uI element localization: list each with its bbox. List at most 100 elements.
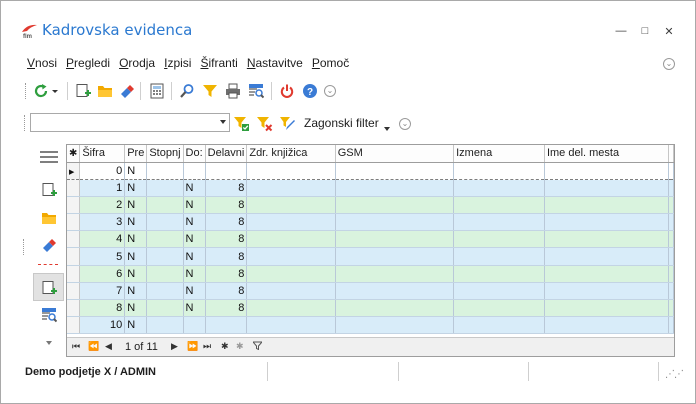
- previous-page-icon[interactable]: ⏪: [88, 341, 99, 352]
- side-open-folder-icon[interactable]: [40, 209, 57, 226]
- filter-combo[interactable]: [30, 113, 230, 132]
- delete-record-icon[interactable]: ✱: [236, 341, 244, 352]
- table-cell[interactable]: [246, 247, 336, 266]
- toolbar-grip[interactable]: [25, 83, 27, 99]
- table-cell[interactable]: [246, 162, 336, 180]
- side-grip[interactable]: [23, 239, 25, 255]
- table-cell[interactable]: N: [183, 213, 206, 232]
- table-cell[interactable]: 8: [205, 230, 248, 249]
- table-cell[interactable]: [246, 196, 336, 215]
- column-header[interactable]: Pre: [124, 145, 148, 163]
- row-selector[interactable]: [67, 299, 81, 318]
- table-cell[interactable]: [146, 316, 184, 335]
- table-cell[interactable]: [453, 162, 545, 180]
- table-cell[interactable]: [246, 179, 336, 197]
- table-cell[interactable]: [453, 213, 545, 232]
- table-cell[interactable]: [246, 265, 336, 283]
- table-cell[interactable]: 8: [205, 265, 248, 283]
- menu-item-6[interactable]: Pomoč: [312, 56, 349, 74]
- table-cell[interactable]: [335, 282, 455, 301]
- table-cell[interactable]: [335, 230, 455, 249]
- row-selector[interactable]: [67, 196, 81, 215]
- table-cell[interactable]: N: [183, 230, 206, 249]
- table-cell[interactable]: [453, 282, 545, 301]
- side-new-entry-icon[interactable]: [40, 279, 57, 296]
- table-cell[interactable]: N: [183, 265, 206, 283]
- table-row[interactable]: 2NN8: [67, 196, 674, 215]
- row-selector[interactable]: [67, 179, 81, 197]
- table-cell[interactable]: N: [124, 213, 148, 232]
- close-button[interactable]: ✕: [661, 23, 677, 39]
- menu-item-4[interactable]: Šifranti: [200, 56, 237, 74]
- side-preview-icon[interactable]: [40, 306, 57, 323]
- menu-item-1[interactable]: Pregledi: [66, 56, 110, 74]
- maximize-button[interactable]: □: [637, 23, 653, 39]
- table-cell[interactable]: [335, 265, 455, 283]
- column-header[interactable]: Izmena: [453, 145, 545, 163]
- table-cell[interactable]: N: [183, 299, 206, 318]
- table-cell[interactable]: 4: [79, 230, 126, 249]
- table-cell[interactable]: [453, 179, 545, 197]
- table-cell[interactable]: N: [124, 247, 148, 266]
- table-cell[interactable]: 1: [79, 179, 126, 197]
- table-cell[interactable]: [146, 213, 184, 232]
- table-cell[interactable]: N: [183, 247, 206, 266]
- table-row[interactable]: 5NN8: [67, 247, 674, 266]
- table-cell[interactable]: 8: [205, 247, 248, 266]
- previous-record-icon[interactable]: ◀: [105, 341, 112, 352]
- table-cell[interactable]: N: [124, 316, 148, 335]
- table-cell[interactable]: [246, 213, 336, 232]
- table-cell[interactable]: N: [124, 179, 148, 197]
- toolbar-collapse-icon[interactable]: ⌄: [324, 85, 336, 97]
- resize-grip-icon[interactable]: ⋰⋰: [665, 369, 684, 380]
- table-cell[interactable]: [183, 162, 206, 180]
- next-page-icon[interactable]: ⏩: [187, 341, 198, 352]
- table-cell[interactable]: [453, 265, 545, 283]
- table-cell[interactable]: [544, 179, 670, 197]
- table-cell[interactable]: [335, 299, 455, 318]
- startup-filter-label[interactable]: Zagonski filter: [304, 116, 379, 130]
- table-cell[interactable]: [544, 282, 670, 301]
- side-eraser-icon[interactable]: [40, 236, 57, 253]
- print-preview-icon[interactable]: [247, 82, 264, 99]
- table-cell[interactable]: 10: [79, 316, 126, 335]
- table-cell[interactable]: [453, 196, 545, 215]
- side-new-record-icon[interactable]: [40, 181, 57, 198]
- startup-filter-dropdown-icon[interactable]: [384, 121, 390, 135]
- calculator-icon[interactable]: [148, 82, 165, 99]
- hamburger-menu-icon[interactable]: [39, 148, 59, 165]
- menu-item-0[interactable]: Vnosi: [27, 56, 57, 74]
- table-cell[interactable]: [335, 213, 455, 232]
- table-cell[interactable]: [544, 213, 670, 232]
- table-cell[interactable]: [205, 162, 248, 180]
- table-cell[interactable]: [146, 282, 184, 301]
- table-cell[interactable]: 0: [79, 162, 126, 180]
- print-icon[interactable]: [224, 82, 241, 99]
- table-cell[interactable]: [246, 230, 336, 249]
- table-cell[interactable]: [335, 179, 455, 197]
- row-selector[interactable]: [67, 316, 81, 335]
- row-selector[interactable]: [67, 282, 81, 301]
- row-selector[interactable]: [67, 213, 81, 232]
- search-icon[interactable]: [178, 82, 195, 99]
- power-icon[interactable]: [278, 82, 295, 99]
- table-cell[interactable]: N: [124, 196, 148, 215]
- table-cell[interactable]: 8: [205, 282, 248, 301]
- new-record-row[interactable]: ▶ 0 N: [67, 162, 674, 180]
- refresh-icon[interactable]: [32, 82, 49, 99]
- minimize-button[interactable]: —: [613, 23, 629, 39]
- menu-item-2[interactable]: Orodja: [119, 56, 155, 74]
- new-record-icon[interactable]: [74, 82, 91, 99]
- help-icon[interactable]: ?: [301, 82, 318, 99]
- column-header[interactable]: Stopnj: [146, 145, 184, 163]
- table-row[interactable]: 10 N: [67, 316, 674, 335]
- table-cell[interactable]: N: [124, 230, 148, 249]
- table-cell[interactable]: [205, 316, 248, 335]
- column-header[interactable]: Šifra: [79, 145, 126, 163]
- table-cell[interactable]: N: [183, 196, 206, 215]
- table-cell[interactable]: [146, 247, 184, 266]
- table-cell[interactable]: [544, 316, 670, 335]
- first-page-icon[interactable]: ⏮: [72, 341, 80, 352]
- table-cell[interactable]: 8: [205, 299, 248, 318]
- table-cell[interactable]: N: [124, 265, 148, 283]
